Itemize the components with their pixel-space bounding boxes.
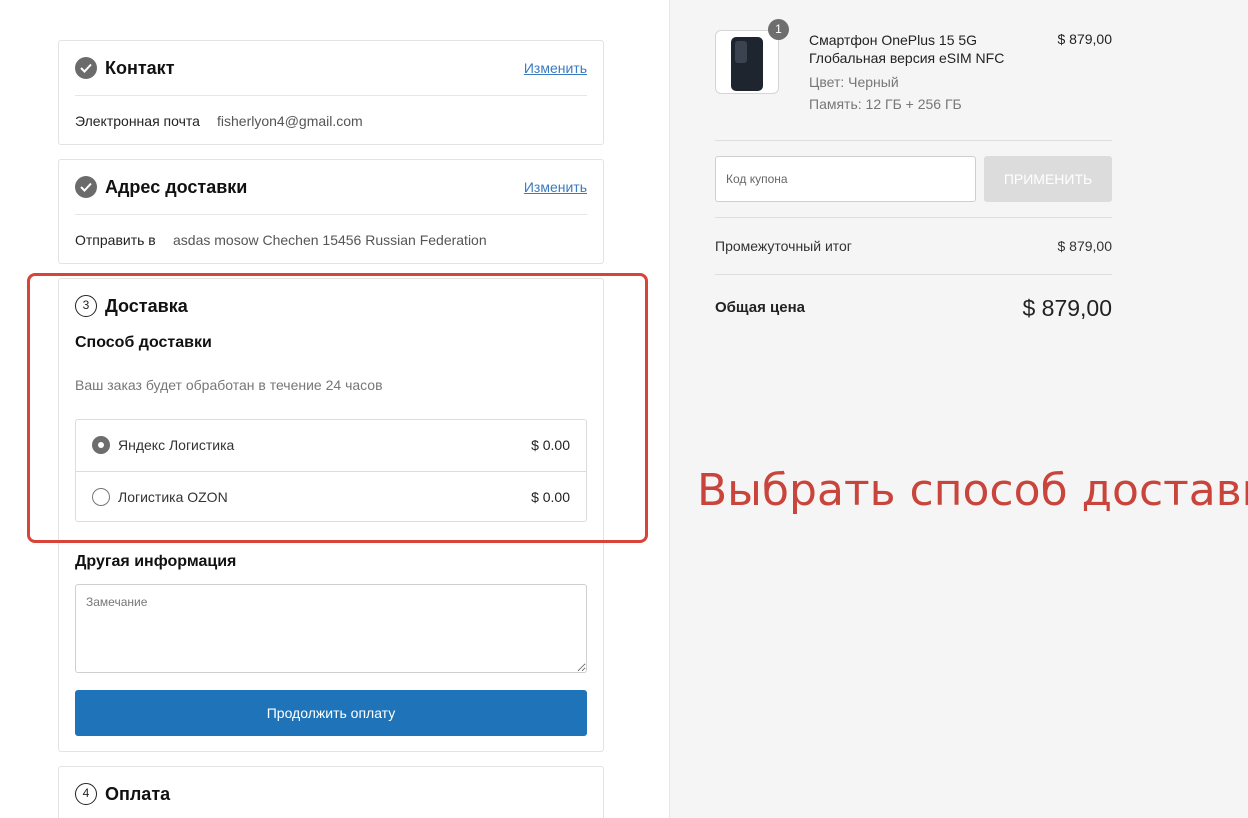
shipping-options: Яндекс Логистика $ 0.00 Логистика OZON $… bbox=[75, 419, 587, 522]
product-name: Смартфон OnePlus 15 5G Глобальная версия… bbox=[809, 32, 1005, 66]
order-summary-panel bbox=[669, 0, 1248, 818]
email-label: Электронная почта bbox=[75, 113, 200, 129]
shipping-option-yandex[interactable]: Яндекс Логистика $ 0.00 bbox=[76, 420, 586, 471]
delivery-header: 3 Доставка bbox=[75, 295, 587, 319]
processing-note: Ваш заказ будет обработан в течение 24 ч… bbox=[75, 377, 383, 393]
continue-payment-button[interactable]: Продолжить оплату bbox=[75, 690, 587, 736]
product-price: $ 879,00 bbox=[1057, 31, 1113, 47]
address-header: Адрес доставки Изменить bbox=[75, 176, 587, 200]
shipping-option-name: Логистика OZON bbox=[118, 489, 228, 505]
ship-to-value: asdas mosow Chechen 15456 Russian Federa… bbox=[173, 232, 487, 248]
address-title: Адрес доставки bbox=[105, 177, 248, 197]
shipping-option-price: $ 0.00 bbox=[531, 489, 570, 505]
product-color: Цвет: Черный bbox=[809, 74, 899, 90]
contact-header: Контакт Изменить bbox=[75, 57, 587, 81]
annotation-text: Выбрать способ доставки bbox=[697, 465, 1248, 516]
phone-image bbox=[731, 37, 763, 91]
address-edit-link[interactable]: Изменить bbox=[524, 179, 587, 195]
remark-textarea[interactable] bbox=[75, 584, 587, 673]
payment-card: 4 Оплата bbox=[58, 766, 604, 818]
radio-selected-icon[interactable] bbox=[92, 436, 110, 454]
other-info-title: Другая информация bbox=[75, 553, 237, 570]
shipping-option-price: $ 0.00 bbox=[531, 437, 570, 453]
apply-coupon-button[interactable]: ПРИМЕНИТЬ bbox=[984, 156, 1112, 202]
quantity-badge: 1 bbox=[768, 19, 789, 40]
shipping-option-ozon[interactable]: Логистика OZON $ 0.00 bbox=[76, 471, 586, 522]
payment-title: Оплата bbox=[105, 784, 171, 804]
delivery-title: Доставка bbox=[105, 296, 188, 316]
radio-empty-icon[interactable] bbox=[92, 488, 110, 506]
shipping-method-title: Способ доставки bbox=[75, 334, 212, 351]
coupon-input[interactable] bbox=[715, 156, 976, 202]
check-circle-icon bbox=[75, 176, 97, 198]
contact-edit-link[interactable]: Изменить bbox=[524, 60, 587, 76]
product-thumbnail bbox=[715, 30, 779, 94]
email-value: fisherlyon4@gmail.com bbox=[217, 113, 363, 129]
divider bbox=[715, 217, 1112, 218]
checkout-steps-panel: Контакт Изменить Электронная почта fishe… bbox=[0, 0, 669, 818]
product-memory: Память: 12 ГБ + 256 ГБ bbox=[809, 96, 962, 112]
total-value: $ 879,00 bbox=[1022, 295, 1112, 321]
contact-title: Контакт bbox=[105, 58, 175, 78]
divider bbox=[75, 95, 587, 96]
contact-card: Контакт Изменить Электронная почта fishe… bbox=[58, 40, 604, 145]
subtotal-value: $ 879,00 bbox=[1057, 238, 1113, 254]
check-circle-icon bbox=[75, 57, 97, 79]
step-number: 3 bbox=[75, 295, 97, 317]
ship-to-label: Отправить в bbox=[75, 232, 156, 248]
divider bbox=[75, 214, 587, 215]
delivery-card: 3 Доставка Способ доставки Ваш заказ буд… bbox=[58, 278, 604, 752]
total-label: Общая цена bbox=[715, 299, 805, 316]
divider bbox=[715, 274, 1112, 275]
step-number: 4 bbox=[75, 783, 97, 805]
subtotal-label: Промежуточный итог bbox=[715, 238, 852, 254]
payment-header: 4 Оплата bbox=[75, 783, 587, 807]
address-card: Адрес доставки Изменить Отправить в asda… bbox=[58, 159, 604, 264]
divider bbox=[715, 140, 1112, 141]
shipping-option-name: Яндекс Логистика bbox=[118, 437, 235, 453]
